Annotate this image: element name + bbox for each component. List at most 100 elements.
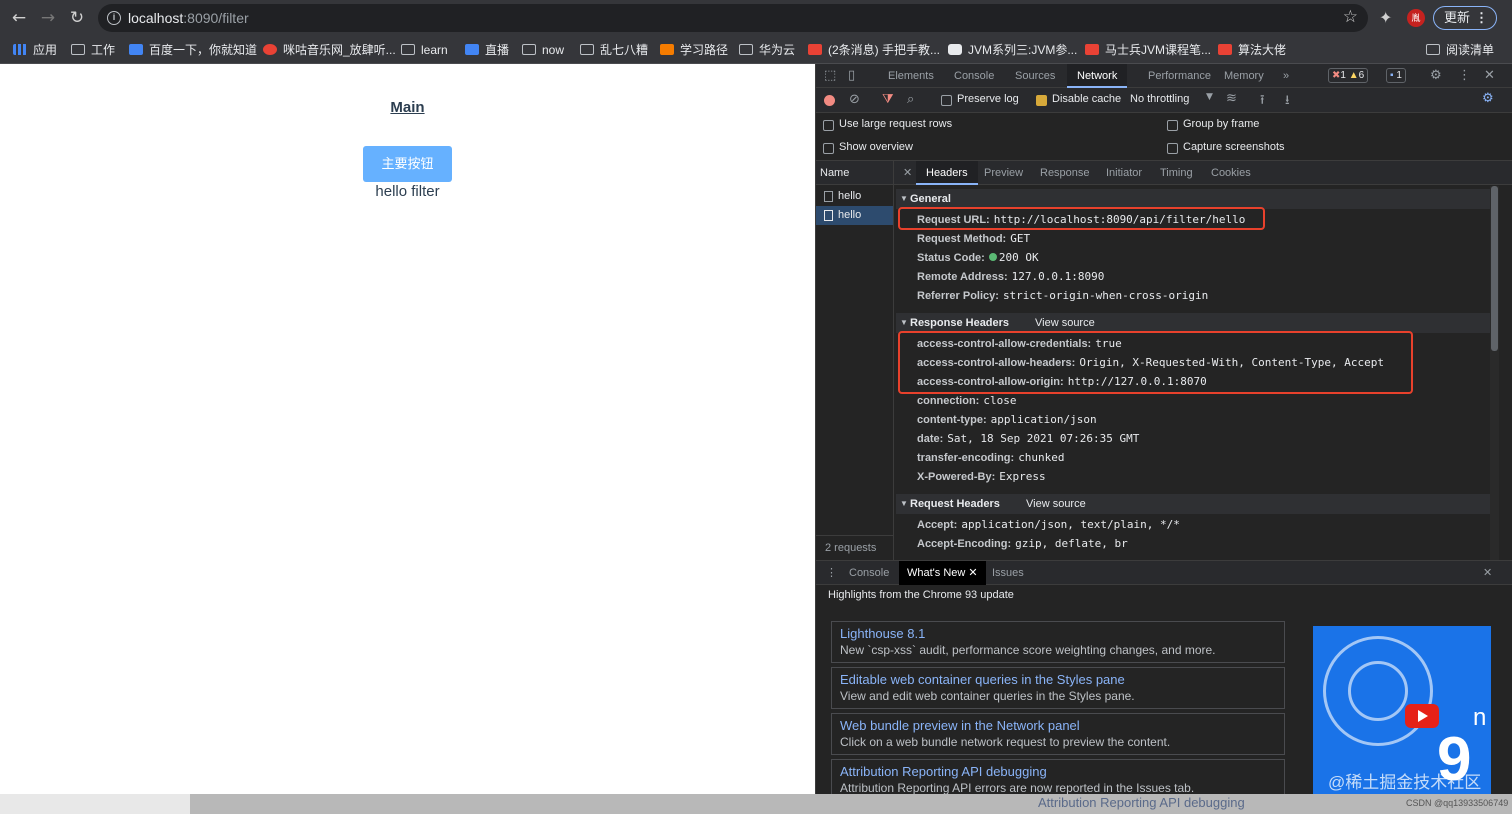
disable-cache-checkbox[interactable] (1036, 95, 1047, 106)
network-settings-gear-icon[interactable]: ⚙ (1482, 91, 1494, 106)
device-toolbar-icon[interactable]: ▯ (848, 68, 855, 83)
bookmark-huawei[interactable]: 华为云 (739, 41, 795, 59)
browser-toolbar: ← → ↻ i localhost:8090/filter ☆ ✦ 胤 更新 ⋮ (0, 0, 1512, 36)
bookmark-jvm[interactable]: JVM系列三:JVM参... (948, 41, 1077, 59)
view-source-link[interactable]: View source (1035, 313, 1095, 333)
tab-sources[interactable]: Sources (1015, 64, 1055, 88)
url-text[interactable]: localhost:8090/filter (128, 10, 249, 26)
tab-response[interactable]: Response (1040, 161, 1090, 185)
capture-screenshots-checkbox[interactable] (1167, 143, 1178, 154)
bookmark-migu[interactable]: 咪咕音乐网_放肆听... (263, 41, 396, 59)
filter-icon[interactable]: ⧩ (882, 92, 894, 107)
bookmark-apps[interactable]: 应用 (13, 41, 57, 59)
close-detail-icon[interactable]: ✕ (903, 161, 912, 185)
search-icon[interactable]: ⌕ (907, 92, 914, 107)
main-link[interactable]: Main (0, 99, 815, 116)
tab-cookies[interactable]: Cookies (1211, 161, 1251, 185)
preserve-log-checkbox[interactable] (941, 95, 952, 106)
large-rows-label: Use large request rows (839, 118, 953, 130)
tab-network[interactable]: Network (1067, 64, 1128, 88)
bookmark-work[interactable]: 工作 (71, 41, 115, 59)
name-column-header[interactable]: Name (816, 161, 893, 185)
whats-new-card[interactable]: Attribution Reporting API debugging Attri… (831, 759, 1285, 795)
warning-count: 6 (1358, 70, 1365, 81)
folder-icon (522, 44, 536, 55)
bookmark-learn[interactable]: learn (401, 41, 448, 59)
inspect-element-icon[interactable]: ⬚ (824, 68, 836, 83)
network-conditions-icon[interactable]: ≋ (1226, 91, 1237, 106)
card-title[interactable]: Attribution Reporting API debugging (840, 763, 1276, 780)
drawer-tab-issues[interactable]: Issues (992, 561, 1024, 585)
bookmark-baidu[interactable]: 百度一下，你就知道 (129, 41, 257, 59)
back-arrow-icon[interactable]: ← (8, 7, 30, 29)
reading-list[interactable]: 阅读清单 (1426, 41, 1494, 59)
general-section-header[interactable]: ▼ General (896, 189, 1491, 209)
card-title[interactable]: Web bundle preview in the Network panel (840, 717, 1276, 734)
tab-console[interactable]: Console (954, 64, 994, 88)
bookmark-now[interactable]: now (522, 41, 564, 59)
whats-new-card[interactable]: Web bundle preview in the Network panel C… (831, 713, 1285, 755)
bookmark-misc[interactable]: 乱七八糟 (580, 41, 648, 59)
youtube-play-icon[interactable] (1405, 704, 1439, 728)
show-overview-checkbox[interactable] (823, 143, 834, 154)
large-rows-checkbox[interactable] (823, 120, 834, 131)
header-key: Accept: (917, 519, 958, 531)
settings-gear-icon[interactable]: ⚙ (1430, 68, 1442, 83)
card-title[interactable]: Lighthouse 8.1 (840, 625, 1276, 642)
close-devtools-icon[interactable]: ✕ (1484, 68, 1495, 83)
folder-icon (739, 44, 753, 55)
tab-headers[interactable]: Headers (916, 161, 978, 185)
whats-new-card[interactable]: Lighthouse 8.1 New `csp-xss` audit, perfo… (831, 621, 1285, 663)
request-row[interactable]: hello (816, 187, 893, 206)
bookmark-live[interactable]: 直播 (465, 41, 509, 59)
throttling-select[interactable]: No throttling (1130, 93, 1189, 105)
messages-badge[interactable]: ▪ 1 (1386, 68, 1406, 83)
tab-performance[interactable]: Performance (1148, 64, 1211, 88)
drawer-menu-icon[interactable]: ⋮ (826, 561, 837, 585)
close-drawer-icon[interactable]: ✕ (1483, 561, 1492, 585)
address-bar[interactable]: i localhost:8090/filter ☆ (98, 4, 1368, 32)
response-headers-section-header[interactable]: ▼ Response Headers View source (896, 313, 1491, 333)
record-icon[interactable] (824, 95, 835, 106)
extensions-puzzle-icon[interactable]: ✦ (1379, 8, 1392, 27)
more-tabs-icon[interactable]: » (1283, 64, 1289, 88)
group-by-frame-checkbox[interactable] (1167, 120, 1178, 131)
bookmark-label: 学习路径 (680, 43, 729, 57)
customize-menu-icon[interactable]: ⋮ (1458, 68, 1471, 83)
export-har-icon[interactable]: ⭳ (1285, 91, 1290, 113)
scrollbar-thumb[interactable] (1491, 186, 1498, 351)
request-row-selected[interactable]: hello (816, 206, 893, 225)
site-info-icon[interactable]: i (107, 11, 121, 25)
disable-cache-label: Disable cache (1052, 93, 1122, 105)
tab-elements[interactable]: Elements (888, 64, 934, 88)
page-viewport: Main 主要按钮 hello filter (0, 64, 815, 794)
bookmark-jvm-notes[interactable]: 马士兵JVM课程笔... (1085, 41, 1211, 59)
drawer-tab-whats-new[interactable]: What's New ✕ (899, 561, 986, 585)
clear-icon[interactable]: ⊘ (849, 92, 860, 107)
tab-initiator[interactable]: Initiator (1106, 161, 1142, 185)
import-har-icon[interactable]: ⭱ (1260, 91, 1265, 113)
view-source-link[interactable]: View source (1026, 494, 1086, 514)
reload-icon[interactable]: ↻ (66, 7, 88, 29)
bookmark-star-icon[interactable]: ☆ (1343, 7, 1358, 27)
profile-avatar[interactable]: 胤 (1407, 9, 1425, 27)
bookmark-csdn[interactable]: (2条消息) 手把手教... (808, 41, 940, 59)
tab-memory[interactable]: Memory (1224, 64, 1264, 88)
request-headers-section-header[interactable]: ▼ Request Headers View source (896, 494, 1491, 514)
whats-new-card[interactable]: Editable web container queries in the St… (831, 667, 1285, 709)
error-count-badge[interactable]: ✖1 ▲6 (1328, 68, 1369, 83)
response-header-row: X-Powered-By: Express (917, 467, 1046, 486)
tab-timing[interactable]: Timing (1160, 161, 1193, 185)
forward-arrow-icon[interactable]: → (37, 7, 59, 29)
drawer-tab-console[interactable]: Console (849, 561, 889, 585)
card-title[interactable]: Editable web container queries in the St… (840, 671, 1276, 688)
primary-button[interactable]: 主要按钮 (363, 146, 452, 182)
bookmark-algorithms[interactable]: 算法大佬 (1218, 41, 1286, 59)
bookmark-learning-path[interactable]: 学习路径 (660, 41, 728, 59)
detail-scrollbar[interactable] (1490, 186, 1499, 560)
bookmark-label: 咪咕音乐网_放肆听... (283, 43, 396, 57)
close-tab-icon[interactable]: ✕ (968, 567, 977, 579)
tab-preview[interactable]: Preview (984, 161, 1023, 185)
chevron-down-icon[interactable]: ▼ (1206, 92, 1213, 102)
update-button[interactable]: 更新 ⋮ (1433, 6, 1497, 30)
